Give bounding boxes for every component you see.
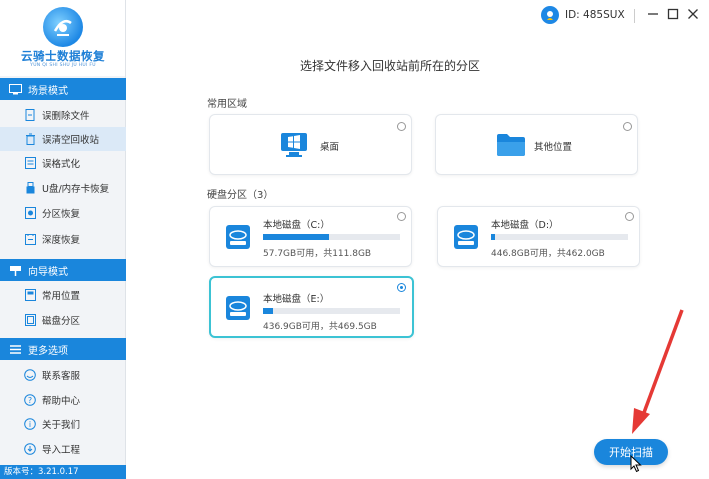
menu-icon <box>8 343 22 355</box>
disk-d-name: 本地磁盘（D:） <box>491 220 559 231</box>
nav-item-recycle-bin[interactable]: 误清空回收站 <box>0 127 126 151</box>
monitor-icon <box>8 83 22 95</box>
disk-d-usage-bar <box>491 234 628 240</box>
partition-icon <box>24 207 36 219</box>
nav-item-label: 误格式化 <box>42 159 81 170</box>
version-label: 版本号：3.21.0.17 <box>0 465 126 479</box>
section-scene-mode: 场景模式 <box>0 78 126 100</box>
disk-d-size: 446.8GB可用，共462.0GB <box>491 249 605 259</box>
disk-c-name: 本地磁盘（C:） <box>263 220 330 231</box>
disk-c-usage-bar <box>263 234 400 240</box>
nav-item-common-location[interactable]: 常用位置 <box>0 283 126 307</box>
user-id-badge: ID: 485SUX <box>541 6 625 24</box>
nav-item-usb[interactable]: U盘/内存卡恢复 <box>0 176 126 200</box>
app-name: 云骑士数据恢复 <box>21 49 105 63</box>
mouse-cursor-icon <box>630 455 642 473</box>
close-button[interactable] <box>685 6 701 22</box>
common-location-icon <box>24 289 36 301</box>
titlebar-separator <box>634 9 635 23</box>
disk-e-usage-fill <box>263 308 273 314</box>
format-icon <box>24 157 36 169</box>
headset-icon <box>24 369 36 381</box>
nav-item-partition[interactable]: 分区恢复 <box>0 201 126 225</box>
nav-item-label: 深度恢复 <box>42 235 81 246</box>
radio-other-location[interactable] <box>623 122 632 131</box>
svg-text:i: i <box>29 420 31 429</box>
user-id-text: ID: 485SUX <box>565 9 625 21</box>
folder-icon <box>497 134 525 156</box>
minimize-icon <box>648 13 658 15</box>
disk-partition-label: 硬盘分区（3） <box>207 190 274 201</box>
section-guide-mode: 向导模式 <box>0 259 126 281</box>
card-disk-d[interactable]: 本地磁盘（D:） 446.8GB可用，共462.0GB <box>437 206 640 267</box>
red-arrow-annotation <box>632 309 684 434</box>
section-label: 场景模式 <box>28 85 68 97</box>
card-other-location[interactable]: 其他位置 <box>435 114 638 175</box>
card-other-location-label: 其他位置 <box>534 142 573 153</box>
deep-recovery-icon <box>24 233 36 245</box>
radio-desktop[interactable] <box>397 122 406 131</box>
disk-partition-icon <box>24 314 36 326</box>
svg-text:?: ? <box>28 396 32 405</box>
logo-area: 云骑士数据恢复 YUN QI SHI SHU JU HUI FU <box>0 0 125 76</box>
maximize-button[interactable] <box>665 6 681 22</box>
nav-item-label: 误删除文件 <box>42 111 90 122</box>
nav-item-label: 分区恢复 <box>42 209 81 220</box>
app-logo-icon <box>43 7 83 47</box>
nav-item-label: 磁盘分区 <box>42 316 81 327</box>
nav-item-format[interactable]: 误格式化 <box>0 151 126 175</box>
nav-item-about[interactable]: i 关于我们 <box>0 412 126 436</box>
nav-item-label: 导入工程 <box>42 445 81 456</box>
card-desktop[interactable]: 桌面 <box>209 114 412 175</box>
import-icon <box>24 443 36 455</box>
help-icon: ? <box>24 394 36 406</box>
close-icon <box>688 9 698 19</box>
section-label: 更多选项 <box>28 345 68 357</box>
info-icon: i <box>24 418 36 430</box>
radio-disk-e[interactable] <box>397 283 406 292</box>
radio-disk-c[interactable] <box>397 212 406 221</box>
nav-item-import[interactable]: 导入工程 <box>0 437 126 461</box>
maximize-icon <box>667 8 679 20</box>
disk-c-size: 57.7GB可用，共111.8GB <box>263 249 372 259</box>
hard-disk-icon <box>226 225 250 249</box>
app-subtitle: YUN QI SHI SHU JU HUI FU <box>30 63 96 68</box>
nav-item-deep-recovery[interactable]: 深度恢复 <box>0 227 126 251</box>
common-area-label: 常用区域 <box>207 99 247 110</box>
section-label: 向导模式 <box>28 266 68 278</box>
disk-c-usage-fill <box>263 234 329 240</box>
usb-icon <box>24 182 36 194</box>
hard-disk-icon <box>226 296 250 320</box>
disk-d-usage-fill <box>491 234 496 240</box>
section-more-options: 更多选项 <box>0 338 126 360</box>
radio-disk-d[interactable] <box>625 212 634 221</box>
nav-item-label: 联系客服 <box>42 371 81 382</box>
user-id-icon <box>541 6 559 24</box>
file-delete-icon <box>24 109 36 121</box>
disk-e-size: 436.9GB可用，共469.5GB <box>263 322 377 332</box>
nav-item-deleted-files[interactable]: 误删除文件 <box>0 103 126 127</box>
minimize-button[interactable] <box>645 6 661 22</box>
pin-icon <box>8 264 22 276</box>
nav-item-help[interactable]: ? 帮助中心 <box>0 388 126 412</box>
desktop-windows-icon <box>281 133 307 157</box>
disk-e-usage-bar <box>263 308 400 314</box>
sidebar: 云骑士数据恢复 YUN QI SHI SHU JU HUI FU 场景模式 误删… <box>0 0 126 479</box>
disk-e-name: 本地磁盘（E:） <box>263 294 330 305</box>
card-disk-e[interactable]: 本地磁盘（E:） 436.9GB可用，共469.5GB <box>209 276 414 338</box>
nav-item-contact[interactable]: 联系客服 <box>0 363 126 387</box>
nav-item-label: 关于我们 <box>42 420 81 431</box>
nav-item-label: U盘/内存卡恢复 <box>42 184 110 195</box>
nav-item-label: 常用位置 <box>42 291 81 302</box>
card-desktop-label: 桌面 <box>320 142 340 153</box>
card-disk-c[interactable]: 本地磁盘（C:） 57.7GB可用，共111.8GB <box>209 206 412 267</box>
nav-item-label: 误清空回收站 <box>42 135 100 146</box>
nav-item-disk-partition[interactable]: 磁盘分区 <box>0 308 126 332</box>
hard-disk-icon <box>454 225 478 249</box>
recycle-bin-icon <box>24 133 36 145</box>
page-title: 选择文件移入回收站前所在的分区 <box>300 59 481 73</box>
nav-item-label: 帮助中心 <box>42 396 81 407</box>
